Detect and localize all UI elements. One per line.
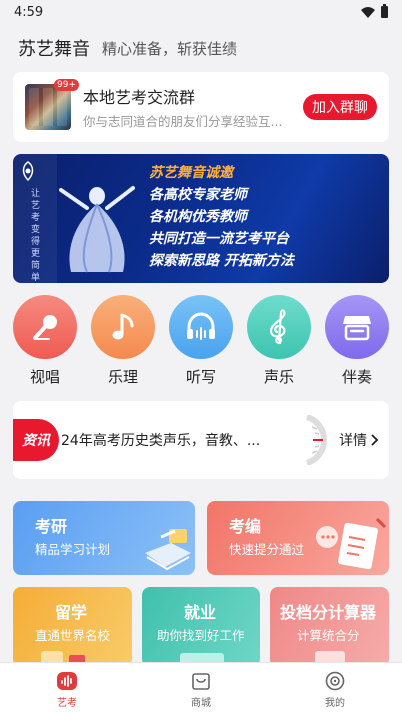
dial-decoration-icon <box>305 415 328 465</box>
news-more-link[interactable]: 详情 <box>339 430 379 450</box>
card-subtitle: 计算统合分 <box>297 628 360 643</box>
banner-line: 探索新思路 开拓新方法 <box>149 253 294 269</box>
battery-icon <box>381 4 388 18</box>
group-card[interactable]: 99+ 本地艺考交流群 你与志同道合的朋友们分享经验互... 加入群聊 <box>13 72 389 142</box>
tab-label: 艺考 <box>57 697 77 709</box>
banner-line: 共同打造一流艺考平台 <box>149 231 289 247</box>
bottom-tab-bar: 艺考 商城 我的 <box>0 662 402 716</box>
treble-clef-icon <box>247 295 311 359</box>
category-shichang[interactable]: 视唱 <box>13 295 77 387</box>
banner-vertical-text: 让艺考变得更简单 <box>31 189 41 283</box>
banner-headline: 苏艺舞音诚邀 <box>149 165 233 181</box>
dancer-figure-icon <box>59 186 135 273</box>
tab-shangcheng[interactable]: 商城 <box>134 663 268 716</box>
news-headline[interactable]: 24年高考历史类声乐，音教、... <box>61 430 260 450</box>
category-yueli[interactable]: 乐理 <box>91 295 155 387</box>
study-book-icon <box>145 529 191 571</box>
category-label: 乐理 <box>107 368 138 386</box>
tab-wode[interactable]: 我的 <box>268 663 402 716</box>
card-title: 考编 <box>229 517 262 536</box>
promo-banner[interactable]: 让艺考变得更简单 苏艺舞音诚邀 各高校专家老师 各机构优秀教师 共同打造一流艺考… <box>13 154 389 283</box>
card-subtitle: 助你找到好工作 <box>157 628 245 643</box>
music-note-icon <box>91 295 155 359</box>
news-ticker[interactable]: 资讯 24年高考历史类声乐，音教、... 详情 <box>13 401 389 479</box>
music-wave-icon <box>57 671 77 690</box>
category-grid: 视唱 乐理 听写 声乐 伴奏 <box>0 295 402 389</box>
card-title: 留学 <box>55 603 88 622</box>
app-title: 苏艺舞音 <box>18 39 90 60</box>
banner-line: 各机构优秀教师 <box>149 209 247 225</box>
card-title: 考研 <box>35 517 68 536</box>
tab-label: 我的 <box>325 697 345 709</box>
microphone-icon <box>13 295 77 359</box>
card-title: 就业 <box>184 603 217 622</box>
category-label: 伴奏 <box>341 368 372 386</box>
shop-icon <box>325 295 389 359</box>
tab-label: 商城 <box>191 697 211 709</box>
banner-line: 各高校专家老师 <box>149 187 247 203</box>
kaoyan-card[interactable]: 考研 精品学习计划 <box>13 501 195 575</box>
category-label: 视唱 <box>29 368 60 386</box>
status-time: 4:59 <box>14 4 44 20</box>
score-calculator-card[interactable]: 投档分计算器 计算统合分 <box>270 587 389 667</box>
news-tag: 资讯 <box>13 419 59 461</box>
vinyl-record-icon <box>325 671 345 690</box>
page-header: 苏艺舞音 精心准备，斩获佳绩 <box>0 24 402 72</box>
unread-badge: 99+ <box>54 79 79 91</box>
join-group-button[interactable]: 加入群聊 <box>303 94 377 120</box>
group-description: 你与志同道合的朋友们分享经验互... <box>83 114 283 129</box>
tab-yikao[interactable]: 艺考 <box>0 663 134 716</box>
status-bar: 4:59 <box>0 0 402 24</box>
banner-logo-icon <box>22 161 34 182</box>
news-more-label: 详情 <box>339 433 367 449</box>
category-label: 听写 <box>185 368 216 386</box>
category-tingxie[interactable]: 听写 <box>169 295 233 387</box>
card-subtitle: 精品学习计划 <box>35 542 111 557</box>
wifi-icon <box>361 6 375 18</box>
category-label: 声乐 <box>263 368 294 386</box>
category-banzou[interactable]: 伴奏 <box>325 295 389 387</box>
app-slogan: 精心准备，斩获佳绩 <box>102 39 238 58</box>
card-subtitle: 快速提分通过 <box>229 542 305 557</box>
group-thumbnail: 99+ <box>25 79 79 130</box>
jiuye-card[interactable]: 就业 助你找到好工作 <box>142 587 260 667</box>
card-subtitle: 直通世界名校 <box>35 628 111 643</box>
chevron-right-icon <box>371 434 379 446</box>
exam-paper-icon <box>316 517 387 570</box>
liuxue-card[interactable]: 留学 直通世界名校 <box>13 587 132 667</box>
headphones-icon <box>169 295 233 359</box>
kaobian-card[interactable]: 考编 快速提分通过 <box>207 501 389 575</box>
category-shengyue[interactable]: 声乐 <box>247 295 311 387</box>
mall-icon <box>192 672 210 690</box>
card-title: 投档分计算器 <box>280 603 377 622</box>
group-title: 本地艺考交流群 <box>83 88 196 107</box>
